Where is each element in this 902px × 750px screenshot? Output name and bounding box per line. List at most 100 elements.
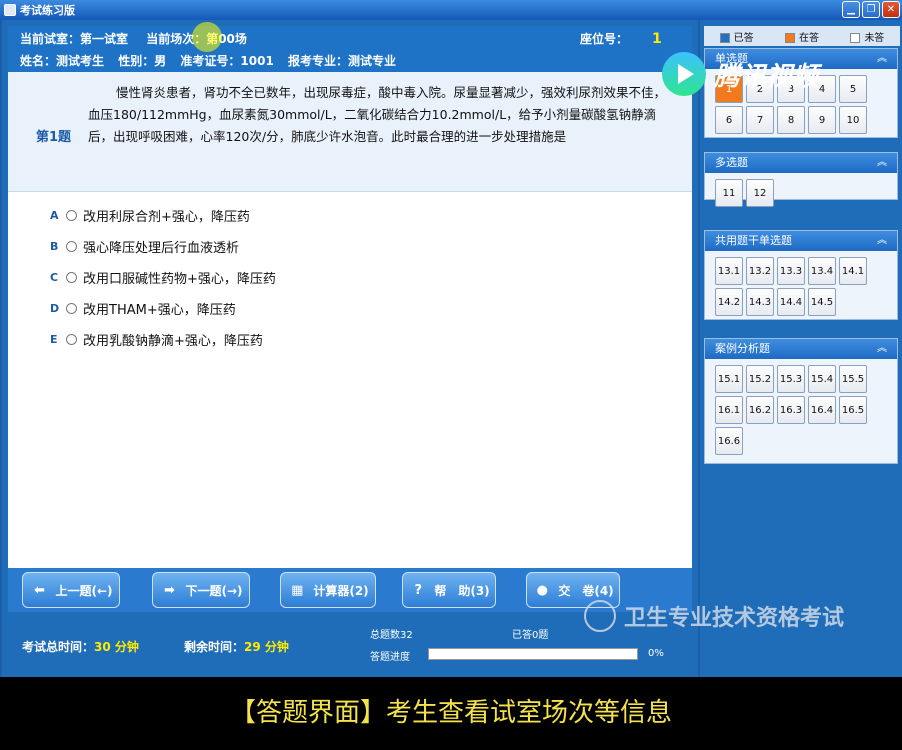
minimize-button[interactable]: ▁ (842, 1, 860, 18)
question-cell[interactable]: 9 (808, 106, 836, 134)
question-cell[interactable]: 14.4 (777, 288, 805, 316)
radio-icon[interactable] (66, 333, 77, 345)
group-header[interactable]: 多选题 ︽ (705, 153, 897, 173)
group-1: 多选题 ︽ 11 12 (704, 152, 898, 207)
question-cell[interactable]: 11 (715, 179, 743, 207)
question-cell[interactable]: 15.2 (746, 365, 774, 393)
question-cell[interactable]: 12 (746, 179, 774, 207)
option-text: 改用口服碱性药物+强心，降压药 (83, 271, 276, 287)
progress-label: 答题进度 (370, 652, 410, 663)
question-stem-box: 第1题 慢性肾炎患者，肾功不全已数年，出现尿毒症，酸中毒入院。尿量显著减少，强效… (8, 72, 692, 192)
option-text: 改用乳酸钠静滴+强心，降压药 (83, 333, 263, 349)
question-cell[interactable]: 13.2 (746, 257, 774, 285)
collapse-icon[interactable]: ︽ (877, 339, 887, 359)
option-letter: C (50, 270, 59, 284)
option-c[interactable]: C 改用口服碱性药物+强心，降压药 (50, 266, 276, 288)
radio-icon[interactable] (66, 240, 77, 252)
room-label: 当前试室：第一试室 (20, 32, 129, 46)
legend-unanswered: 未答 (850, 29, 884, 44)
question-cell[interactable]: 16.5 (839, 396, 867, 424)
question-cell[interactable]: 14.3 (746, 288, 774, 316)
progress-value: 0% (648, 648, 664, 659)
question-nav-panel: 已答 在答 未答 单选题 ︽ 1 2 3 4 5 6 7 8 9 10 多选题 ︽ 11 12 共用题干单选题 ︽… (700, 20, 902, 677)
next-button[interactable]: ➡ 下一题(→) (152, 572, 250, 608)
question-cell[interactable]: 16.6 (715, 427, 743, 455)
collapse-icon[interactable]: ︽ (877, 153, 887, 173)
prev-button[interactable]: ⬅ 上一题(←) (22, 572, 120, 608)
seat-label: 座位号： 1 (580, 31, 662, 47)
option-d[interactable]: D 改用THAM+强心，降压药 (50, 297, 236, 319)
question-cell[interactable]: 8 (777, 106, 805, 134)
exam-seal-watermark: 卫生专业技术资格考试 (584, 596, 902, 636)
question-cell[interactable]: 13.1 (715, 257, 743, 285)
legend-answered: 已答 (719, 29, 754, 44)
restore-button[interactable]: ❐ (862, 1, 880, 18)
total-time-value: 30 分钟 (94, 640, 139, 654)
option-a[interactable]: A 改用利尿合剂+强心，降压药 (50, 204, 250, 226)
question-cell[interactable]: 15.3 (777, 365, 805, 393)
question-cell[interactable]: 7 (746, 106, 774, 134)
option-letter: D (50, 301, 60, 315)
group-header[interactable]: 共用题干单选题 ︽ (705, 231, 897, 251)
name-label: 姓名：测试考生 (20, 54, 105, 68)
gender-label: 性别：男 (118, 54, 167, 68)
remaining-time: 剩余时间：29 分钟 (184, 640, 289, 654)
total-count: 总题数32 (370, 630, 413, 641)
question-cell[interactable]: 14.5 (808, 288, 836, 316)
question-cell[interactable]: 16.4 (808, 396, 836, 424)
option-e[interactable]: E 改用乳酸钠静滴+强心，降压药 (50, 328, 263, 350)
question-cell[interactable]: 6 (715, 106, 743, 134)
group-2: 共用题干单选题 ︽ 13.1 13.2 13.3 13.4 14.1 14.2 14.3 14.4… (704, 230, 898, 320)
question-cell[interactable]: 16.1 (715, 396, 743, 424)
radio-icon[interactable] (66, 209, 77, 221)
question-area: 第1题 慢性肾炎患者，肾功不全已数年，出现尿毒症，酸中毒入院。尿量显著减少，强效… (8, 72, 692, 584)
question-stem: 慢性肾炎患者，肾功不全已数年，出现尿毒症，酸中毒入院。尿量显著减少，强效利尿剂效… (88, 85, 667, 144)
question-cell[interactable]: 14.2 (715, 288, 743, 316)
seal-icon (584, 600, 616, 632)
calculator-button[interactable]: ▦ 计算器(2) (280, 572, 376, 608)
arrow-right-icon: ➡ (164, 582, 175, 598)
seat-value: 1 (652, 31, 662, 47)
major-label: 报考专业：测试专业 (288, 54, 397, 68)
group-header[interactable]: 案例分析题 ︽ (705, 339, 897, 359)
answered-count: 已答0题 (512, 630, 549, 641)
ticket-label: 准考证号：1001 (180, 54, 274, 68)
help-button[interactable]: ? 帮 助(3) (402, 572, 496, 608)
question-cell[interactable]: 13.4 (808, 257, 836, 285)
arrow-left-icon: ⬅ (34, 582, 45, 598)
question-cell[interactable]: 15.4 (808, 365, 836, 393)
title-bar: 考试练习版 ▁ ❐ ✕ (0, 0, 902, 20)
option-text: 改用THAM+强心，降压药 (83, 302, 236, 318)
question-cell[interactable]: 13.3 (777, 257, 805, 285)
brand-watermark: 腾讯视频 (662, 44, 902, 104)
calculator-icon: ▦ (291, 582, 304, 598)
legend-current: 在答 (784, 29, 819, 44)
submit-icon: ● (536, 582, 548, 598)
option-b[interactable]: B 强心降压处理后行血液透析 (50, 235, 239, 257)
question-cell[interactable]: 16.2 (746, 396, 774, 424)
option-letter: E (50, 332, 58, 346)
window-title: 考试练习版 (20, 4, 75, 17)
exam-info: 当前试室：第一试室 当前场次：第00场 座位号：1 姓名：测试考生 性别：男 准… (8, 26, 692, 72)
radio-icon[interactable] (66, 302, 77, 314)
question-cell[interactable]: 15.1 (715, 365, 743, 393)
option-text: 强心降压处理后行血液透析 (83, 240, 240, 256)
collapse-icon[interactable]: ︽ (877, 231, 887, 251)
question-cell[interactable]: 15.5 (839, 365, 867, 393)
question-number: 第1题 (36, 130, 72, 145)
mouse-cursor-highlight (192, 22, 222, 52)
group-3: 案例分析题 ︽ 15.1 15.2 15.3 15.4 15.5 16.1 16.2 16.3 16… (704, 338, 898, 464)
question-cell[interactable]: 14.1 (839, 257, 867, 285)
legend: 已答 在答 未答 (704, 26, 900, 46)
info-line-2: 姓名：测试考生 性别：男 准考证号：1001 报考专业：测试专业 (20, 52, 396, 69)
question-cell[interactable]: 16.3 (777, 396, 805, 424)
app-icon (4, 4, 16, 16)
option-letter: A (50, 208, 59, 222)
main-panel: 当前试室：第一试室 当前场次：第00场 座位号：1 姓名：测试考生 性别：男 准… (2, 20, 698, 677)
progress-bar (428, 648, 638, 660)
close-button[interactable]: ✕ (882, 1, 900, 18)
exam-window: 考试练习版 ▁ ❐ ✕ 当前试室：第一试室 当前场次：第00场 座位号：1 姓名… (0, 0, 902, 677)
radio-icon[interactable] (66, 271, 77, 283)
total-time: 考试总时间：30 分钟 (22, 640, 139, 654)
question-cell[interactable]: 10 (839, 106, 867, 134)
